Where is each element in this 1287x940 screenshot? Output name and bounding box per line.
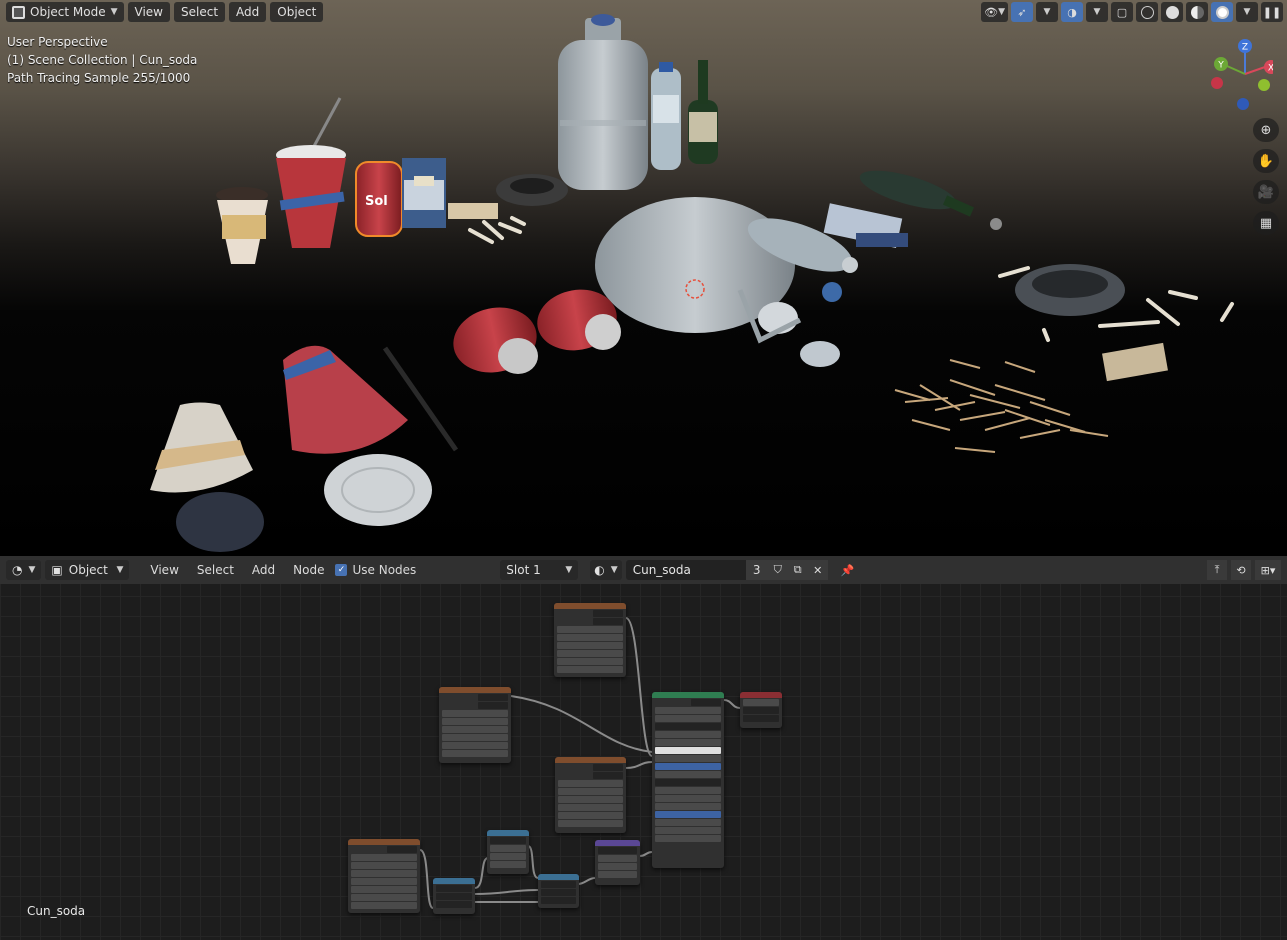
rendered-shading-icon[interactable] <box>1211 2 1233 22</box>
material-output-node[interactable] <box>740 692 782 728</box>
grid-icon[interactable]: ▦ <box>1253 211 1279 235</box>
node-links <box>419 617 741 909</box>
image-texture-node-bottom[interactable] <box>348 839 420 913</box>
svg-text:X: X <box>1268 64 1273 74</box>
image-texture-node-lower[interactable] <box>555 757 626 833</box>
hand-pan-icon[interactable]: ✋ <box>1253 149 1279 173</box>
svg-text:Sol: Sol <box>365 194 388 209</box>
gizmo-neg-y[interactable] <box>1258 79 1270 91</box>
scattered-matches <box>894 359 1109 453</box>
render-status: Path Tracing Sample 255/1000 <box>7 71 191 85</box>
gizmo-dropdown[interactable]: ▼ <box>1036 2 1058 22</box>
xray-icon[interactable]: ▢ <box>1111 2 1133 22</box>
object-mode-icon <box>12 5 25 19</box>
bottle-cap <box>822 282 842 302</box>
overlay-dropdown[interactable]: ▼ <box>1086 2 1108 22</box>
zoom-icon[interactable]: ⊕ <box>1253 118 1279 142</box>
selected-soda-can: Sol <box>355 161 403 237</box>
crushed-cans <box>453 289 621 374</box>
image-texture-node-middle[interactable] <box>439 687 511 763</box>
green-bottle <box>688 60 718 164</box>
gizmo-neg-z[interactable] <box>1237 98 1249 110</box>
chevron-down-icon: ▼ <box>110 7 118 17</box>
view-name: User Perspective <box>7 35 108 49</box>
navigation-tools: ⊕ ✋ 🎥 ▦ <box>1253 118 1279 235</box>
gizmo-icon[interactable]: ➶ <box>1011 2 1033 22</box>
viewport-header-right: 👁 ▼ ➶ ▼ ◑ ▼ ▢ ▼ ❚❚ <box>981 2 1283 22</box>
matchbox <box>448 203 498 219</box>
overlay-icon[interactable]: ◑ <box>1061 2 1083 22</box>
svg-text:Z: Z <box>1242 43 1248 53</box>
eye-visibility-icon[interactable]: 👁 ▼ <box>981 2 1008 22</box>
camera-icon[interactable]: 🎥 <box>1253 180 1279 204</box>
bottle-cap-large <box>800 341 840 367</box>
mode-dropdown[interactable]: Object Mode ▼ <box>6 2 124 22</box>
viewport-info: User Perspective (1) Scene Collection | … <box>7 33 197 87</box>
image-texture-node-top[interactable] <box>554 603 626 677</box>
small-water-bottle <box>651 62 681 170</box>
separate-rgb-node[interactable] <box>433 878 475 914</box>
shading-dropdown[interactable]: ▼ <box>1236 2 1258 22</box>
material-shading-icon[interactable] <box>1186 2 1208 22</box>
normal-map-node[interactable] <box>595 840 640 885</box>
menu-object[interactable]: Object <box>270 2 324 22</box>
gizmo-neg-x[interactable] <box>1211 77 1223 89</box>
math-node[interactable] <box>487 830 529 874</box>
cigarette-butts <box>468 216 526 244</box>
solid-shading-icon[interactable] <box>1161 2 1183 22</box>
green-bottle-lying <box>859 170 975 217</box>
principled-bsdf-node[interactable] <box>652 692 724 868</box>
matchbox-open <box>1102 342 1168 382</box>
pause-icon[interactable]: ❚❚ <box>1261 2 1283 22</box>
wireframe-shading-icon[interactable] <box>1136 2 1158 22</box>
shader-node-editor[interactable]: ◔ ▼ ▣ Object ▼ View Select Add Node ✓ Use… <box>0 556 1287 940</box>
menu-add[interactable]: Add <box>229 2 267 22</box>
soda-cup <box>276 97 346 248</box>
mode-label: Object Mode <box>30 5 106 19</box>
water-jug <box>558 14 648 190</box>
3d-viewport[interactable]: Sol Object Mode ▼ View Select Add Object… <box>0 0 1287 556</box>
crushed-cups <box>150 345 459 552</box>
material-name-label: Cun_soda <box>27 904 86 918</box>
coffee-cup <box>216 187 268 264</box>
ashtray-large <box>1015 264 1125 316</box>
navigation-gizmo[interactable]: Z X Y <box>1203 36 1273 116</box>
menu-view[interactable]: View <box>127 2 170 22</box>
collection-info: (1) Scene Collection | Cun_soda <box>7 53 198 67</box>
combine-rgb-node[interactable] <box>538 874 579 908</box>
svg-text:Y: Y <box>1217 61 1224 71</box>
cigarette-pack <box>402 158 446 228</box>
menu-select[interactable]: Select <box>174 2 226 22</box>
